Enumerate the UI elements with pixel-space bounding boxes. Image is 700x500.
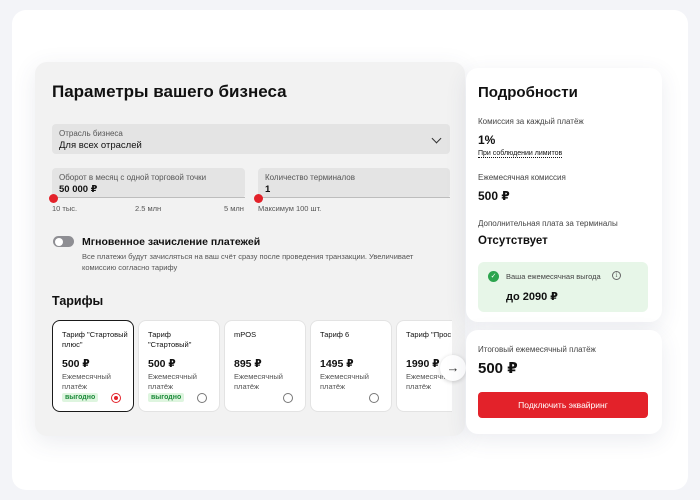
details-title: Подробности — [478, 84, 578, 101]
tariff-name: Тариф "Стартовый плюс" — [62, 330, 128, 349]
terminals-field[interactable]: Количество терминалов 1 — [258, 168, 450, 198]
tariff-name: Тариф "Прос — [406, 330, 452, 339]
industry-select[interactable]: Отрасль бизнеса Для всех отраслей — [52, 124, 450, 154]
turnover-field[interactable]: Оборот в месяц с одной торговой точки 50… — [52, 168, 245, 198]
instant-payments-toggle[interactable] — [53, 236, 74, 247]
turnover-tick-mid: 2.5 млн — [135, 204, 162, 213]
next-tariffs-button[interactable]: → — [440, 355, 466, 381]
benefit-label: Ваша ежемесячная выгода — [506, 272, 601, 281]
commission-value: 1% — [478, 133, 496, 147]
benefit-value: до 2090 ₽ — [506, 291, 558, 303]
terminals-slider-handle[interactable] — [254, 194, 263, 203]
tariff-card-6[interactable]: Тариф 6 1495 ₽ Ежемесячный платёж — [310, 320, 392, 412]
tariff-price: 500 ₽ — [148, 358, 176, 370]
instant-payments-title: Мгновенное зачисление платежей — [82, 236, 261, 248]
chevron-down-icon — [431, 133, 442, 144]
tariff-price: 895 ₽ — [234, 358, 262, 370]
total-value: 500 ₽ — [478, 360, 518, 377]
tariff-badge: выгодно — [62, 393, 99, 402]
terminals-label: Количество терминалов — [265, 173, 355, 182]
tariffs-heading: Тарифы — [52, 294, 104, 308]
turnover-slider-handle[interactable] — [49, 194, 58, 203]
tariff-name: Тариф 6 — [320, 330, 350, 339]
turnover-label: Оборот в месяц с одной торговой точки — [59, 173, 207, 182]
tariff-period: Ежемесячный платёж — [320, 372, 369, 391]
monthly-benefit-box — [478, 262, 648, 312]
tariff-price: 1990 ₽ — [406, 358, 440, 370]
tariff-list: Тариф "Стартовый плюс" 500 ₽ Ежемесячный… — [52, 320, 452, 412]
monthly-fee-value: 500 ₽ — [478, 189, 510, 203]
tariff-card-mpos[interactable]: mPOS 895 ₽ Ежемесячный платёж — [224, 320, 306, 412]
tariff-card-starter-plus[interactable]: Тариф "Стартовый плюс" 500 ₽ Ежемесячный… — [52, 320, 134, 412]
commission-label: Комиссия за каждый платёж — [478, 117, 584, 126]
tariff-radio[interactable] — [283, 393, 293, 403]
tariff-badge: выгодно — [148, 393, 185, 402]
instant-payments-description: Все платежи будут зачисляться на ваш счё… — [82, 252, 414, 272]
monthly-fee-label: Ежемесячная комиссия — [478, 173, 566, 182]
terminals-value: 1 — [265, 184, 271, 195]
terminal-fee-value: Отсутствует — [478, 235, 548, 247]
limits-link[interactable]: При соблюдении лимитов — [478, 150, 563, 158]
turnover-tick-max: 5 млн — [224, 204, 244, 213]
check-circle-icon: ✓ — [488, 271, 499, 282]
total-label: Итоговый ежемесячный платёж — [478, 345, 596, 354]
turnover-value: 50 000 ₽ — [59, 184, 98, 195]
connect-acquiring-button[interactable]: Подключить эквайринг — [478, 392, 648, 418]
tariff-period: Ежемесячный платёж — [62, 372, 111, 391]
industry-value: Для всех отраслей — [59, 140, 142, 151]
terminals-hint: Максимум 100 шт. — [258, 204, 322, 213]
tariff-card-starter[interactable]: Тариф "Стартовый" 500 ₽ Ежемесячный плат… — [138, 320, 220, 412]
tariff-radio[interactable] — [197, 393, 207, 403]
page-title: Параметры вашего бизнеса — [52, 82, 287, 101]
turnover-tick-min: 10 тыс. — [52, 204, 78, 213]
tariff-period: Ежемесячный платёж — [234, 372, 283, 391]
turnover-slider-track[interactable] — [52, 197, 245, 198]
tariff-price: 500 ₽ — [62, 358, 90, 370]
tariff-radio[interactable] — [111, 393, 121, 403]
industry-label: Отрасль бизнеса — [59, 129, 123, 138]
tariff-radio[interactable] — [369, 393, 379, 403]
terminal-fee-label: Дополнительная плата за терминалы — [478, 219, 618, 228]
tariff-name: Тариф "Стартовый" — [148, 330, 192, 349]
tariff-period: Ежемесячный платёж — [148, 372, 197, 391]
terminals-slider-track[interactable] — [258, 197, 450, 198]
tariff-price: 1495 ₽ — [320, 358, 354, 370]
info-icon[interactable]: i — [612, 271, 621, 280]
tariff-name: mPOS — [234, 330, 257, 339]
